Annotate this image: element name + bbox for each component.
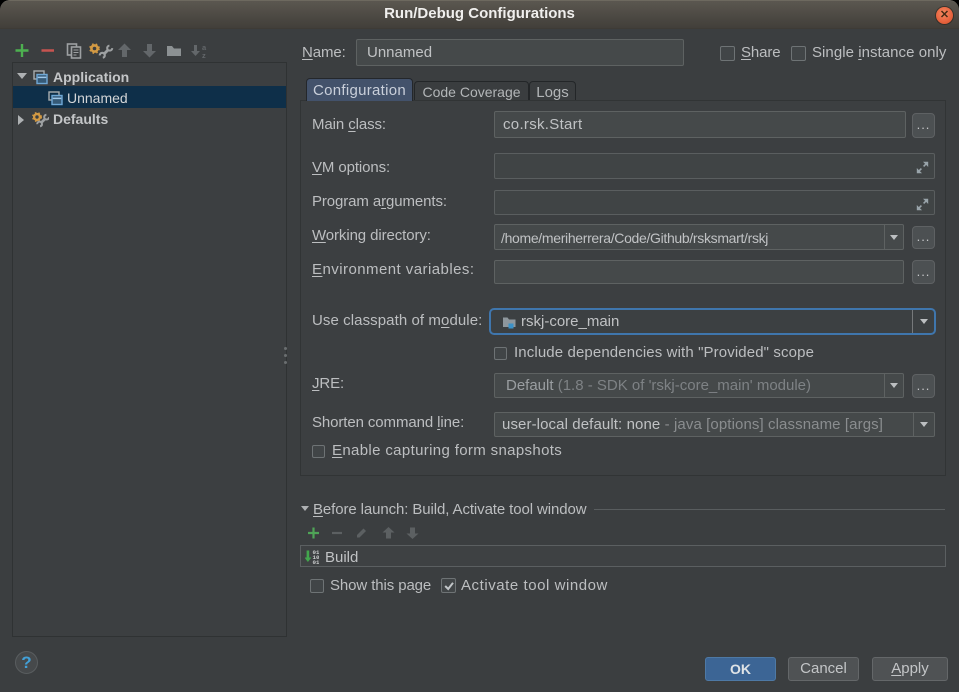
svg-text:z: z xyxy=(202,51,206,59)
svg-text:01: 01 xyxy=(313,559,320,564)
